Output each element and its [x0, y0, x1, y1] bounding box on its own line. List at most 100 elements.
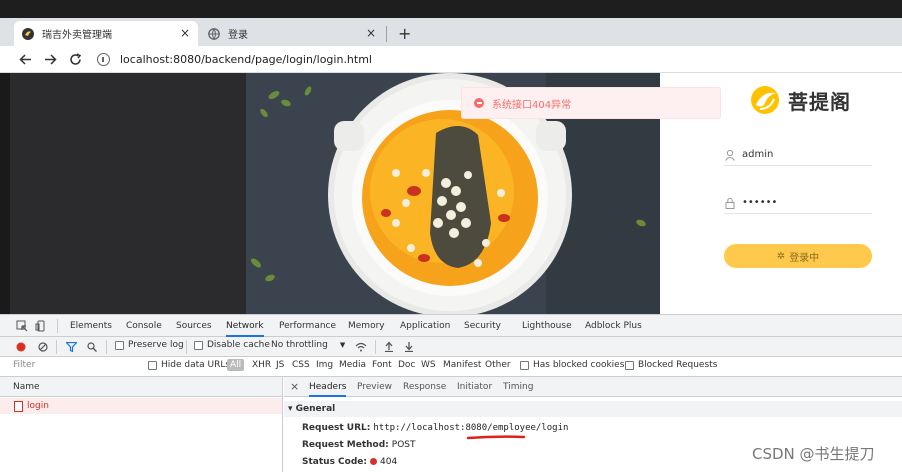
caret-down-icon: ▼: [339, 341, 346, 349]
page-viewport: 系统接口404异常 菩提阁 admin •••••• ✲ 登录中: [0, 73, 902, 314]
tab-network[interactable]: Network: [226, 315, 264, 337]
tab-adblock-plus[interactable]: Adblock Plus: [585, 315, 642, 337]
download-icon: [405, 342, 413, 352]
request-url-label: Request URL:: [302, 423, 371, 433]
checkbox-icon: [115, 340, 124, 350]
search-icon: [87, 342, 97, 352]
type-filter-manifest[interactable]: Manifest: [443, 360, 481, 370]
tab-elements[interactable]: Elements: [70, 315, 112, 337]
request-name: login: [27, 401, 49, 411]
login-button[interactable]: ✲ 登录中: [724, 244, 872, 268]
login-button-label: 登录中: [789, 252, 820, 264]
back-button[interactable]: [16, 50, 34, 68]
error-message: 系统接口404异常: [492, 99, 572, 111]
url-field[interactable]: localhost:8080/backend/page/login/login.…: [93, 49, 893, 70]
tab-performance[interactable]: Performance: [279, 315, 336, 337]
loading-spinner-icon: ✲: [776, 250, 786, 262]
type-filter-js[interactable]: JS: [276, 360, 284, 370]
close-tab-icon[interactable]: ×: [366, 26, 376, 40]
globe-icon: [208, 27, 220, 40]
tab-sources[interactable]: Sources: [176, 315, 212, 337]
plus-icon: +: [398, 24, 412, 43]
type-filter-other[interactable]: Other: [485, 360, 511, 370]
tab-preview[interactable]: Preview: [357, 377, 392, 397]
tab-login[interactable]: 登录 ×: [200, 21, 384, 46]
request-url-value: http://localhost:8080/employee/login: [373, 423, 569, 433]
reload-button[interactable]: [66, 50, 84, 68]
forward-button[interactable]: [41, 50, 59, 68]
filter-button[interactable]: [66, 342, 77, 352]
close-tab-icon[interactable]: ×: [180, 26, 190, 40]
username-field[interactable]: admin: [724, 144, 872, 166]
type-filter-doc[interactable]: Doc: [398, 360, 415, 370]
filter-input[interactable]: Filter: [13, 360, 35, 370]
browser-tab-bar: 瑞吉外卖管理端 × 登录 × +: [0, 18, 902, 46]
type-filter-font[interactable]: Font: [372, 360, 392, 370]
tab-response[interactable]: Response: [403, 377, 446, 397]
password-field[interactable]: ••••••: [724, 192, 872, 214]
clear-icon: [38, 342, 48, 352]
network-filter-bar: Filter Hide data URLs All XHR JS CSS Img…: [0, 357, 902, 377]
filter-icon: [66, 342, 77, 352]
checkbox-icon: [625, 360, 634, 370]
error-status-icon: [370, 458, 377, 465]
tab-initiator[interactable]: Initiator: [457, 377, 492, 397]
disable-cache-checkbox[interactable]: Disable cache: [194, 340, 270, 350]
blocked-requests-label: Blocked Requests: [638, 360, 718, 370]
status-code-label: Status Code:: [302, 457, 367, 467]
error-icon: [474, 98, 484, 108]
site-favicon-icon: [22, 27, 34, 40]
tab-application[interactable]: Application: [400, 315, 450, 337]
throttling-select[interactable]: No throttling ▼: [271, 340, 345, 350]
type-filter-xhr[interactable]: XHR: [252, 360, 271, 370]
separator: [57, 319, 58, 333]
has-blocked-cookies-checkbox[interactable]: Has blocked cookies: [520, 360, 624, 370]
inspect-element-icon[interactable]: [16, 315, 28, 337]
tab-separator: [386, 26, 387, 42]
type-filter-ws[interactable]: WS: [421, 360, 436, 370]
tab-console[interactable]: Console: [126, 315, 162, 337]
new-tab-button[interactable]: +: [390, 21, 412, 46]
request-url-row: Request URL: http://localhost:8080/employ…: [302, 423, 568, 433]
type-filter-all[interactable]: All: [227, 359, 245, 371]
clear-button[interactable]: [38, 342, 48, 352]
separator: [106, 340, 107, 354]
devtools-tab-bar: Elements Console Sources Network Perform…: [0, 315, 902, 337]
tab-lighthouse[interactable]: Lighthouse: [522, 315, 572, 337]
tab-security[interactable]: Security: [464, 315, 501, 337]
csdn-watermark: CSDN @书生提刀: [752, 445, 875, 463]
import-har-button[interactable]: [384, 341, 394, 352]
hide-data-urls-checkbox[interactable]: Hide data URLs: [148, 360, 230, 370]
login-left-panel: [10, 73, 246, 314]
tab-timing[interactable]: Timing: [503, 377, 533, 397]
search-button[interactable]: [87, 342, 97, 352]
type-filter-img[interactable]: Img: [316, 360, 333, 370]
record-button[interactable]: [16, 342, 26, 352]
detail-tab-bar: × Headers Preview Response Initiator Tim…: [284, 377, 902, 397]
type-filter-media[interactable]: Media: [339, 360, 366, 370]
request-row[interactable]: login: [0, 398, 282, 414]
disable-cache-label: Disable cache: [207, 340, 270, 350]
close-detail-icon[interactable]: ×: [290, 377, 299, 397]
logo-icon: [751, 86, 779, 114]
username-value: admin: [742, 149, 774, 160]
network-conditions-button[interactable]: [355, 342, 367, 352]
tab-label: 瑞吉外卖管理端: [42, 30, 112, 41]
tab-memory[interactable]: Memory: [348, 315, 385, 337]
tab-reggie-admin[interactable]: 瑞吉外卖管理端 ×: [14, 21, 198, 46]
column-header-name[interactable]: Name: [0, 377, 282, 397]
throttling-value: No throttling: [271, 340, 328, 350]
site-info-icon[interactable]: [97, 53, 110, 66]
type-filter-css[interactable]: CSS: [292, 360, 310, 370]
hide-data-urls-label: Hide data URLs: [161, 360, 231, 370]
logo-text: 菩提阁: [788, 89, 851, 114]
preserve-log-checkbox[interactable]: Preserve log: [115, 340, 184, 350]
device-toolbar-icon[interactable]: [35, 315, 47, 337]
export-har-button[interactable]: [404, 341, 414, 352]
blocked-requests-checkbox[interactable]: Blocked Requests: [625, 360, 717, 370]
lock-icon: [725, 197, 735, 209]
checkbox-icon: [194, 340, 203, 350]
user-icon: [725, 149, 735, 161]
general-section-header[interactable]: ▾ General: [284, 401, 902, 417]
tab-headers[interactable]: Headers: [309, 377, 347, 397]
